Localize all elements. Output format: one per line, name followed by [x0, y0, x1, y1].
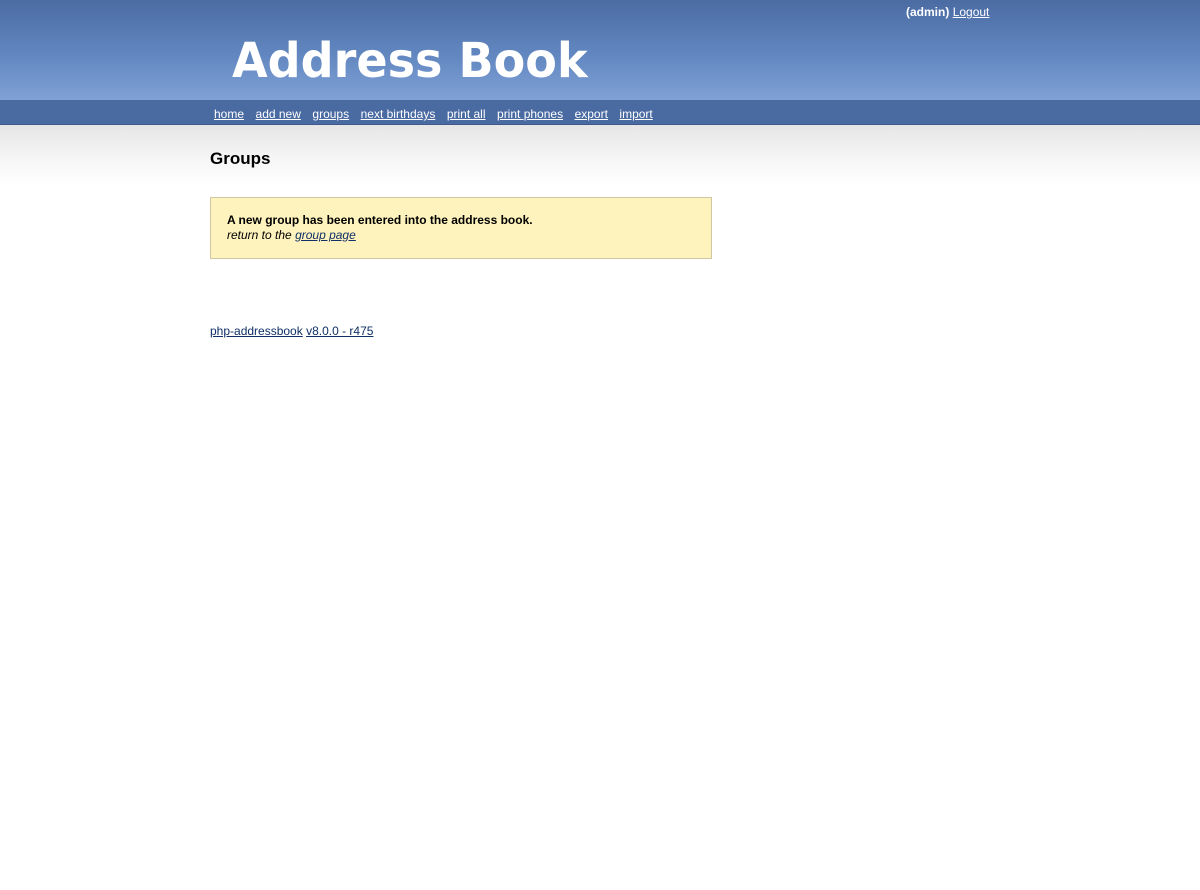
app-logo: Address Book — [232, 33, 588, 89]
logout-link[interactable]: Logout — [953, 5, 990, 19]
nav-list: home add new groups next birthdays print… — [214, 105, 664, 123]
current-user: (admin) — [906, 5, 950, 19]
nav-item-export: export — [575, 105, 608, 123]
nav-link-print-phones[interactable]: print phones — [497, 107, 563, 121]
page-header: (admin) Logout Address Book — [0, 0, 1200, 100]
nav-item-add-new: add new — [256, 105, 301, 123]
confirmation-message-box: A new group has been entered into the ad… — [210, 197, 712, 259]
nav-link-import[interactable]: import — [619, 107, 652, 121]
return-prefix: return to the — [227, 228, 292, 242]
title-band — [0, 125, 1200, 187]
page-footer: php-addressbook v8.0.0 - r475 — [210, 324, 373, 338]
nav-link-add-new[interactable]: add new — [256, 107, 301, 121]
group-page-link[interactable]: group page — [295, 228, 356, 242]
nav-item-home: home — [214, 105, 244, 123]
nav-item-print-phones: print phones — [497, 105, 563, 123]
nav-item-import: import — [619, 105, 652, 123]
nav-link-home[interactable]: home — [214, 107, 244, 121]
version-link[interactable]: v8.0.0 - r475 — [306, 324, 373, 338]
nav-item-print-all: print all — [447, 105, 486, 123]
nav-link-export[interactable]: export — [575, 107, 608, 121]
nav-link-next-birthdays[interactable]: next birthdays — [361, 107, 436, 121]
nav-link-print-all[interactable]: print all — [447, 107, 486, 121]
nav-link-groups[interactable]: groups — [312, 107, 349, 121]
nav-item-next-birthdays: next birthdays — [361, 105, 436, 123]
main-nav: home add new groups next birthdays print… — [0, 100, 1200, 125]
return-line: return to the group page — [227, 228, 695, 243]
confirmation-text: A new group has been entered into the ad… — [227, 213, 533, 227]
nav-item-groups: groups — [312, 105, 349, 123]
product-link[interactable]: php-addressbook — [210, 324, 303, 338]
page-title: Groups — [210, 149, 271, 168]
user-bar: (admin) Logout — [906, 5, 989, 19]
